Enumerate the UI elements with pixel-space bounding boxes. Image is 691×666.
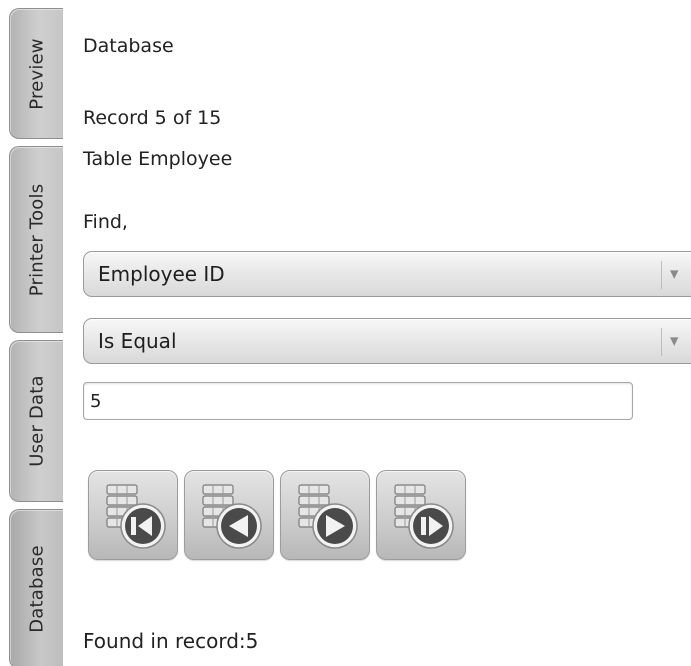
db-first-record-icon [106, 484, 166, 549]
find-operator-value: Is Equal [98, 329, 177, 353]
table-name: Table Employee [83, 148, 233, 170]
find-field-value: Employee ID [98, 262, 225, 286]
tab-printer-tools[interactable]: Printer Tools [9, 146, 63, 333]
database-panel-window: Preview Printer Tools User Data Database… [0, 0, 691, 666]
tab-database[interactable]: Database [9, 509, 63, 666]
tab-preview[interactable]: Preview [9, 8, 63, 139]
find-label: Find, [83, 211, 128, 233]
tab-user-data-label: User Data [26, 375, 47, 467]
find-value-input[interactable] [83, 382, 633, 420]
chevron-down-icon[interactable]: ▼ [670, 268, 678, 281]
db-next-record-icon [298, 484, 358, 549]
panel-heading: Database [83, 35, 174, 57]
find-operator-select[interactable]: Is Equal ▼ [83, 318, 691, 364]
first-record-button[interactable] [88, 470, 178, 560]
chevron-down-icon[interactable]: ▼ [670, 335, 678, 348]
tab-user-data[interactable]: User Data [9, 340, 63, 502]
found-result-text: Found in record:5 [83, 629, 259, 653]
find-field-select[interactable]: Employee ID ▼ [83, 251, 691, 297]
record-navigation [88, 470, 468, 562]
find-operator-divider [661, 328, 662, 356]
find-field-divider [661, 261, 662, 289]
tab-printer-tools-label: Printer Tools [26, 183, 47, 296]
record-status: Record 5 of 15 [83, 107, 222, 129]
side-tab-strip: Preview Printer Tools User Data Database [0, 0, 64, 666]
db-last-record-icon [394, 484, 454, 549]
db-previous-record-icon [202, 484, 262, 549]
tab-database-label: Database [26, 545, 47, 633]
previous-record-button[interactable] [184, 470, 274, 560]
database-content: Database Record 5 of 15 Table Employee F… [83, 0, 691, 666]
tab-preview-label: Preview [26, 37, 47, 110]
next-record-button[interactable] [280, 470, 370, 560]
last-record-button[interactable] [376, 470, 466, 560]
